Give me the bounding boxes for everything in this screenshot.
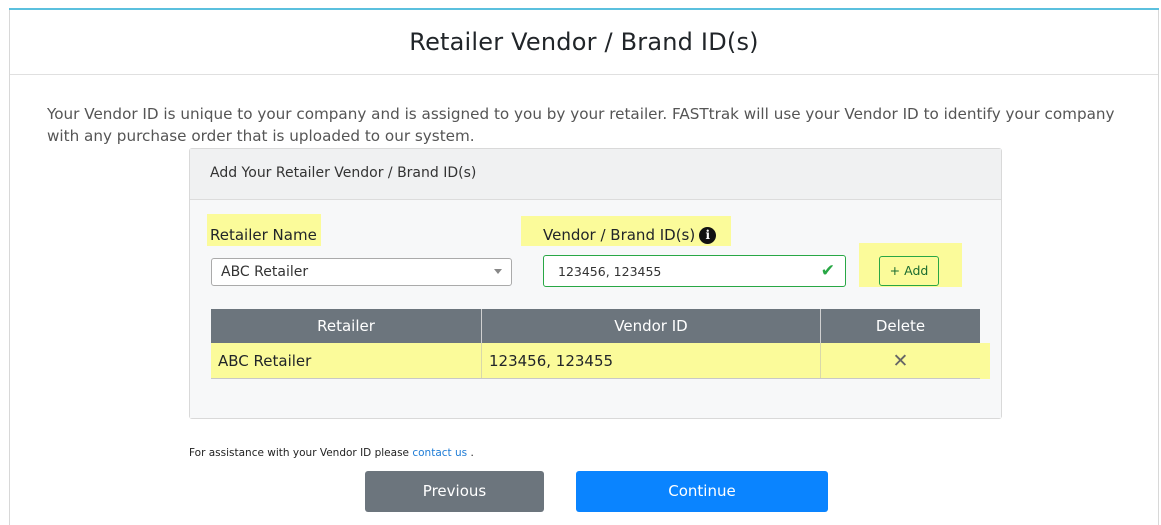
page-title: Retailer Vendor / Brand ID(s) — [409, 28, 759, 56]
assistance-text: For assistance with your Vendor ID pleas… — [189, 447, 474, 459]
retailer-select[interactable]: ABC Retailer — [211, 258, 512, 286]
cell-retailer: ABC Retailer — [211, 343, 482, 379]
column-header-retailer: Retailer — [211, 309, 482, 343]
close-icon[interactable]: ✕ — [893, 350, 909, 372]
intro-text: Your Vendor ID is unique to your company… — [47, 105, 1115, 145]
vendor-id-label: Vendor / Brand ID(s) i — [543, 226, 717, 244]
continue-button[interactable]: Continue — [576, 471, 828, 512]
row-highlight-overflow — [980, 343, 990, 379]
card-title: Add Your Retailer Vendor / Brand ID(s) — [190, 149, 1001, 200]
table-header-row: Retailer Vendor ID Delete — [211, 309, 980, 343]
retailer-select-value: ABC Retailer — [221, 264, 309, 280]
info-icon[interactable]: i — [699, 227, 717, 244]
previous-button[interactable]: Previous — [365, 471, 544, 512]
assistance-suffix: . — [467, 447, 474, 459]
page-header: Retailer Vendor / Brand ID(s) — [10, 10, 1158, 75]
cell-vendor-id: 123456, 123455 — [481, 343, 821, 379]
add-button[interactable]: + Add — [879, 256, 939, 286]
cell-delete: ✕ — [820, 343, 980, 379]
vendor-id-input[interactable]: 123456, 123455 ✔ — [543, 255, 846, 287]
assistance-prefix: For assistance with your Vendor ID pleas… — [189, 447, 413, 459]
table-row: ABC Retailer 123456, 123455 ✕ — [211, 343, 980, 379]
contact-us-link[interactable]: contact us — [412, 447, 467, 459]
vendor-table: Retailer Vendor ID Delete ABC Retailer 1… — [211, 309, 980, 379]
column-header-vendor-id: Vendor ID — [481, 309, 821, 343]
retailer-name-label: Retailer Name — [210, 226, 317, 244]
check-icon: ✔ — [820, 261, 835, 281]
vendor-id-label-text: Vendor / Brand ID(s) — [543, 226, 696, 244]
vendor-id-input-value: 123456, 123455 — [558, 264, 662, 279]
chevron-down-icon — [494, 269, 502, 274]
column-header-delete: Delete — [820, 309, 980, 343]
